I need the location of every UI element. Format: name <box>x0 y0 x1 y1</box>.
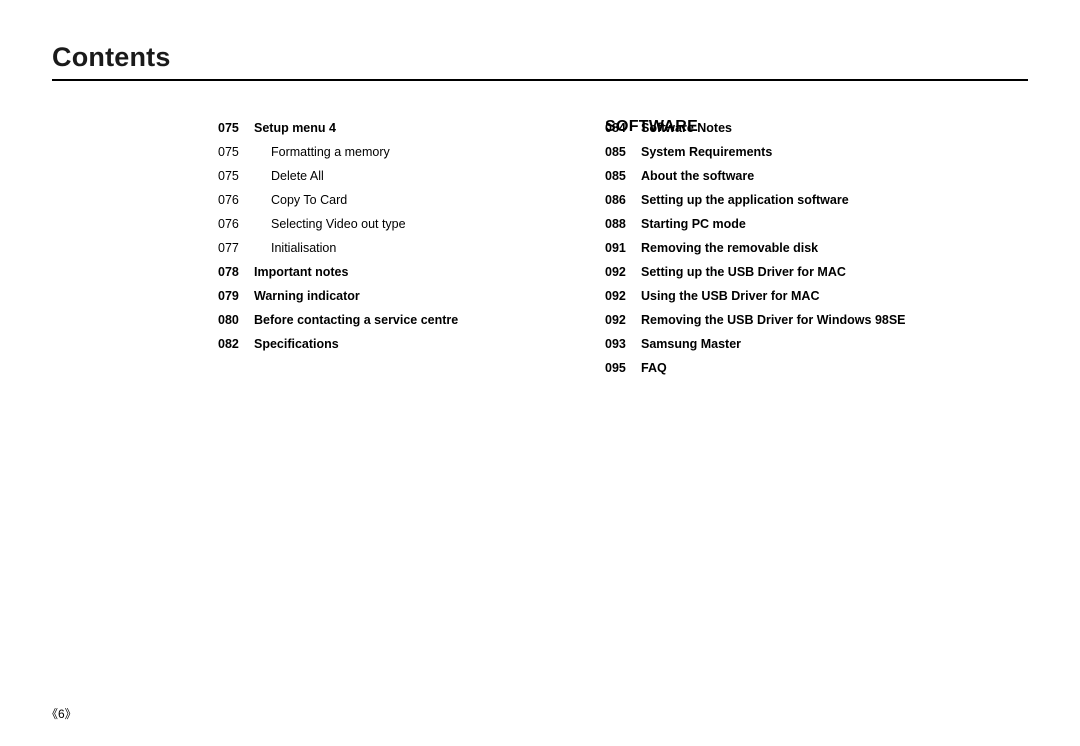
toc-entry-label: FAQ <box>641 361 667 375</box>
toc-entry-label: System Requirements <box>641 145 773 159</box>
toc-entry[interactable]: 076 Copy To Card <box>218 188 568 212</box>
toc-page-number: 086 <box>605 193 626 207</box>
toc-entry[interactable]: 085 About the software <box>605 164 1025 188</box>
page-title: Contents <box>52 42 171 72</box>
toc-page-number: 075 <box>218 121 239 135</box>
toc-page-number: 077 <box>218 241 239 255</box>
toc-page-number: 080 <box>218 313 239 327</box>
toc-entry[interactable]: 079 Warning indicator <box>218 284 568 308</box>
toc-page-number: 085 <box>605 145 626 159</box>
toc-entry-label: About the software <box>641 169 755 183</box>
toc-entry[interactable]: 082 Specifications <box>218 332 568 356</box>
toc-entry-label: Copy To Card <box>271 193 348 207</box>
toc-entry[interactable]: 078 Important notes <box>218 260 568 284</box>
toc-entry-label: Delete All <box>271 169 324 183</box>
toc-page-number: 092 <box>605 265 626 279</box>
toc-entry[interactable]: 086 Setting up the application software <box>605 188 1025 212</box>
toc-entry-label: Warning indicator <box>254 289 360 303</box>
toc-page-number: 082 <box>218 337 239 351</box>
toc-entry[interactable]: 080 Before contacting a service centre <box>218 308 568 332</box>
document-page: Contents 075 Setup menu 4 075 Formatting… <box>0 0 1080 746</box>
toc-entry-label: Before contacting a service centre <box>254 313 459 327</box>
toc-page-number: 092 <box>605 313 626 327</box>
toc-page-number: 078 <box>218 265 239 279</box>
toc-entry-label: Starting PC mode <box>641 217 746 231</box>
toc-entry[interactable]: 092 Removing the USB Driver for Windows … <box>605 308 1025 332</box>
toc-page-number: 075 <box>218 169 239 183</box>
toc-entry[interactable]: 075 Formatting a memory <box>218 140 568 164</box>
toc-left-column: 075 Setup menu 4 075 Formatting a memory… <box>218 116 568 356</box>
toc-entry[interactable]: 088 Starting PC mode <box>605 212 1025 236</box>
toc-entry-label: Removing the USB Driver for Windows 98SE <box>641 313 906 327</box>
toc-entry-label: Software Notes <box>641 121 732 135</box>
toc-entry[interactable]: 092 Setting up the USB Driver for MAC <box>605 260 1025 284</box>
toc-page-number: 093 <box>605 337 626 351</box>
footer-page-number: 《6》 <box>46 707 77 721</box>
toc-entry[interactable]: 091 Removing the removable disk <box>605 236 1025 260</box>
toc-entry[interactable]: 085 System Requirements <box>605 140 1025 164</box>
toc-entry[interactable]: 092 Using the USB Driver for MAC <box>605 284 1025 308</box>
toc-page-number: 088 <box>605 217 626 231</box>
toc-entry[interactable]: 095 FAQ <box>605 356 1025 380</box>
toc-page-number: 092 <box>605 289 626 303</box>
toc-entry[interactable]: 075 Setup menu 4 <box>218 116 568 140</box>
toc-entry-label: Formatting a memory <box>271 145 390 159</box>
toc-page-number: 075 <box>218 145 239 159</box>
toc-entry-label: Specifications <box>254 337 339 351</box>
toc-entry[interactable]: 077 Initialisation <box>218 236 568 260</box>
toc-entry[interactable]: 076 Selecting Video out type <box>218 212 568 236</box>
toc-entry-label: Selecting Video out type <box>271 217 406 231</box>
toc-entry-label: Removing the removable disk <box>641 241 819 255</box>
toc-entry-label: Initialisation <box>271 241 337 255</box>
toc-entry[interactable]: 075 Delete All <box>218 164 568 188</box>
title-divider <box>52 79 1028 81</box>
toc-page-number: 085 <box>605 169 626 183</box>
toc-page-number: 084 <box>605 121 626 135</box>
toc-entry-label: Setting up the application software <box>641 193 849 207</box>
toc-right-column: 084 Software Notes 085 System Requiremen… <box>605 116 1025 380</box>
toc-entry[interactable]: 093 Samsung Master <box>605 332 1025 356</box>
toc-entry-label: Setting up the USB Driver for MAC <box>641 265 846 279</box>
toc-page-number: 076 <box>218 193 239 207</box>
toc-page-number: 079 <box>218 289 239 303</box>
toc-entry-label: Important notes <box>254 265 349 279</box>
toc-entry-label: Using the USB Driver for MAC <box>641 289 820 303</box>
toc-entry-label: Samsung Master <box>641 337 742 351</box>
toc-entry-label: Setup menu 4 <box>254 121 336 135</box>
toc-entry[interactable]: 084 Software Notes <box>605 116 1025 140</box>
toc-page-number: 095 <box>605 361 626 375</box>
toc-page-number: 091 <box>605 241 626 255</box>
toc-page-number: 076 <box>218 217 239 231</box>
